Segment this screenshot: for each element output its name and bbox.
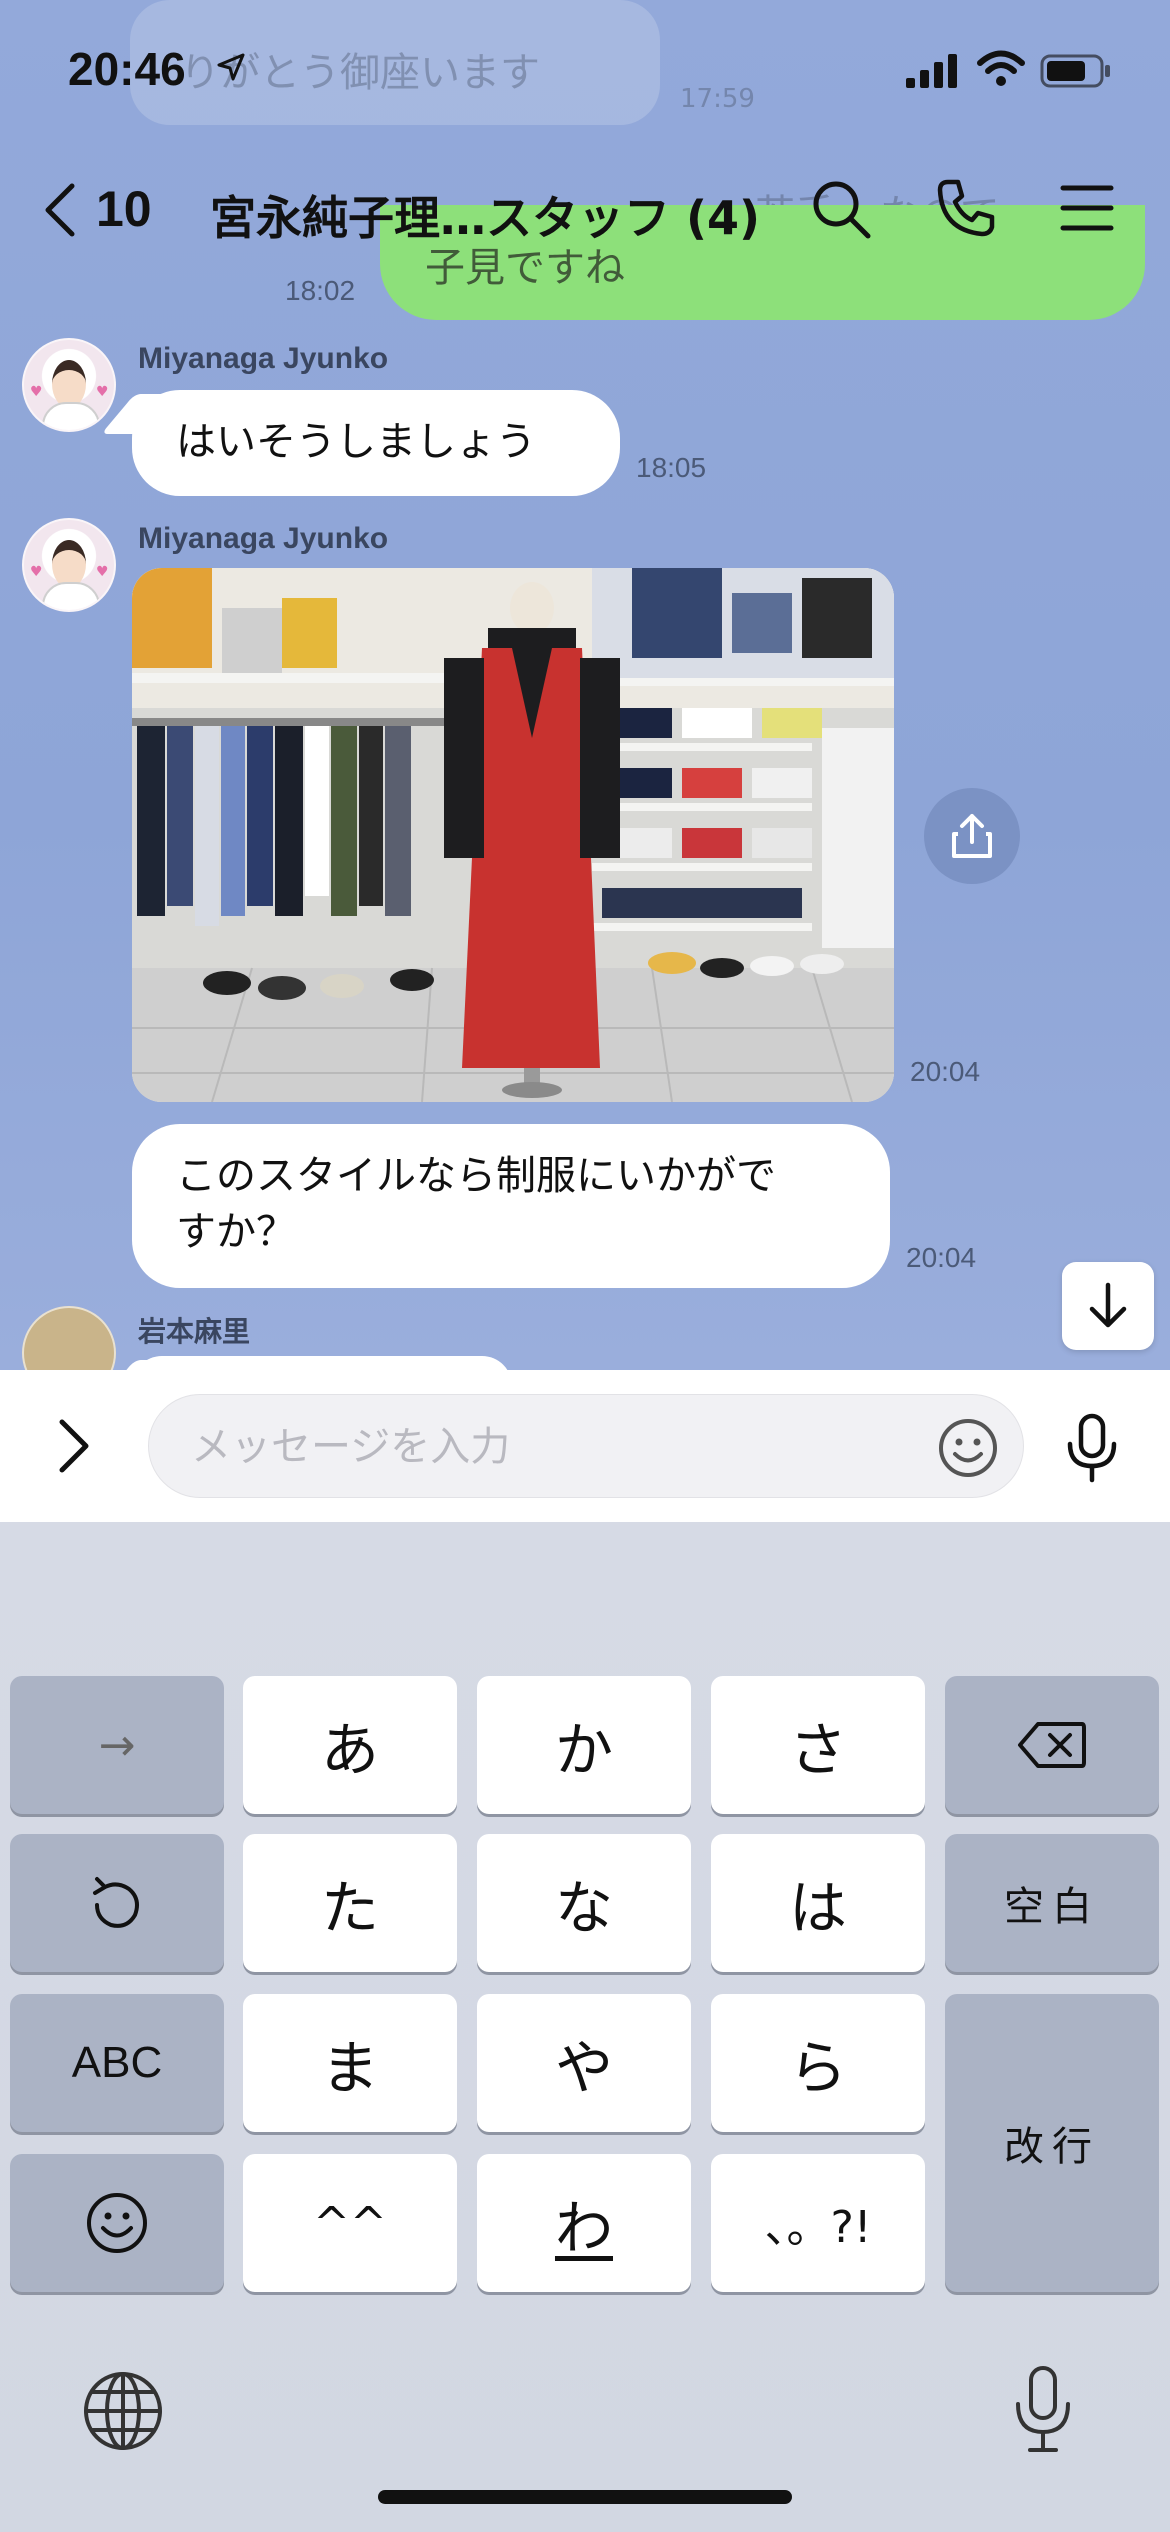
battery-icon xyxy=(1040,54,1110,88)
key-space[interactable]: 空白 xyxy=(945,1834,1159,1972)
voice-message-mic-icon[interactable] xyxy=(1064,1412,1120,1484)
message-bubble[interactable]: はいそうしましょう xyxy=(132,390,620,496)
chat-header: 10 宮永純子理…スタッフ (4) xyxy=(0,160,1170,260)
key-ya[interactable]: や xyxy=(477,1994,691,2132)
scroll-to-bottom-button[interactable] xyxy=(1062,1262,1154,1350)
status-time: 20:46 xyxy=(68,43,186,95)
sender-name: Miyanaga Jyunko xyxy=(138,522,389,555)
share-button[interactable] xyxy=(924,788,1020,884)
key-delete[interactable] xyxy=(945,1676,1159,1814)
avatar[interactable] xyxy=(22,1306,116,1370)
chat-area[interactable]: りがとう御座います 17:59 若手 なので 子見ですね 18:02 ♥♥ Mi… xyxy=(0,0,1170,1370)
shared-photo[interactable] xyxy=(132,568,894,1102)
own-message-time: 18:02 xyxy=(285,275,356,306)
arrow-down-icon xyxy=(1089,1282,1127,1328)
menu-icon[interactable] xyxy=(1060,184,1114,232)
key-ha[interactable]: は xyxy=(711,1834,925,1972)
key-emoji[interactable] xyxy=(10,2154,224,2292)
key-ma[interactable]: ま xyxy=(243,1994,457,2132)
back-chevron-icon[interactable] xyxy=(40,182,80,238)
search-icon[interactable] xyxy=(810,178,872,240)
signal-icon xyxy=(906,54,957,88)
key-sa[interactable]: さ xyxy=(711,1676,925,1814)
key-na[interactable]: な xyxy=(477,1834,691,1972)
sender-name: Miyanaga Jyunko xyxy=(138,342,389,375)
message-bubble[interactable]: このスタイルなら制服にいかがで すか？ xyxy=(132,1124,890,1288)
status-bar: 20:46 xyxy=(0,0,1170,150)
key-wa[interactable]: わ xyxy=(477,2154,691,2292)
message-text: はいそうしましょう xyxy=(176,419,536,465)
message-input[interactable] xyxy=(189,1413,913,1481)
globe-icon[interactable] xyxy=(82,2370,164,2452)
phone-icon[interactable] xyxy=(934,176,998,240)
message-time: 20:04 xyxy=(910,1056,981,1087)
sender-name: 岩本麻里 xyxy=(138,1316,251,1347)
wifi-icon xyxy=(977,50,1025,86)
key-kaomoji[interactable]: ^^ xyxy=(243,2154,457,2292)
key-ta[interactable]: た xyxy=(243,1834,457,1972)
key-ka[interactable]: か xyxy=(477,1676,691,1814)
avatar[interactable]: ♥ ♥ xyxy=(22,338,116,432)
emoji-icon[interactable] xyxy=(937,1417,999,1479)
mannequin-red-dress-photo xyxy=(132,568,894,1102)
location-arrow-icon xyxy=(217,53,245,81)
emoji-face-icon xyxy=(87,2193,147,2253)
message-field[interactable] xyxy=(148,1394,1024,1498)
message-text: すか？ xyxy=(176,1209,296,1255)
key-punctuation[interactable]: 、。?! xyxy=(711,2154,925,2292)
home-indicator[interactable] xyxy=(378,2490,792,2504)
expand-chevron-icon[interactable] xyxy=(54,1416,94,1476)
undo-rotate-icon xyxy=(93,1877,139,1928)
japanese-keyboard: → あ か さ た な は 空白 ABC ま や ら 改行 ^^ わ 、。?! xyxy=(0,1522,1170,2532)
avatar[interactable]: ♥ ♥ xyxy=(22,518,116,612)
key-undo[interactable] xyxy=(10,1834,224,1972)
share-icon xyxy=(952,814,992,858)
message-input-bar xyxy=(0,1370,1170,1522)
key-ra[interactable]: ら xyxy=(711,1994,925,2132)
message-time: 20:04 xyxy=(906,1242,977,1273)
key-return[interactable]: 改行 xyxy=(945,1994,1159,2292)
delete-backspace-icon xyxy=(1018,1722,1086,1768)
chat-title[interactable]: 宮永純子理…スタッフ (4) xyxy=(210,182,760,248)
dictation-mic-icon[interactable] xyxy=(1012,2364,1074,2456)
key-next-arrow[interactable]: → xyxy=(10,1676,224,1814)
message-text: このスタイルなら制服にいかがで xyxy=(176,1153,776,1199)
back-button-count[interactable]: 10 xyxy=(96,180,152,238)
message-bubble[interactable] xyxy=(132,1356,512,1370)
key-a[interactable]: あ xyxy=(243,1676,457,1814)
key-abc[interactable]: ABC xyxy=(10,1994,224,2132)
message-time: 18:05 xyxy=(636,452,707,483)
